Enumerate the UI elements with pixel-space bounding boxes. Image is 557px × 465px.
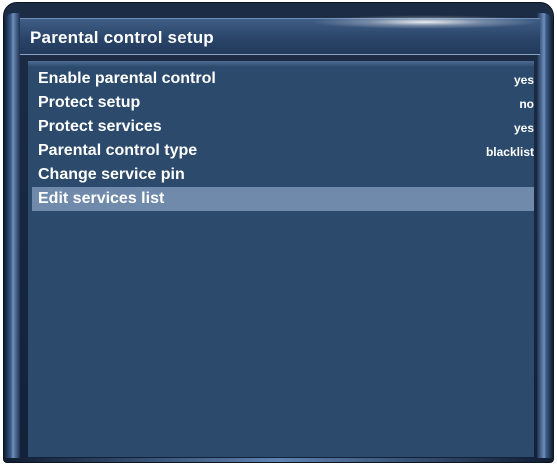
window-right-bevel: [537, 13, 553, 462]
settings-menu: Enable parental control yes Protect setu…: [32, 67, 534, 211]
menu-item-enable-parental-control[interactable]: Enable parental control yes: [32, 67, 534, 91]
title-bar-gloss: [310, 15, 540, 29]
menu-item-value: no: [519, 97, 534, 111]
menu-item-value: yes: [513, 121, 534, 135]
menu-item-label: Change service pin: [38, 166, 185, 183]
menu-item-value: yes: [513, 73, 534, 87]
menu-item-protect-services[interactable]: Protect services yes: [32, 115, 534, 139]
window-bottom-edge: [4, 458, 553, 462]
menu-item-value: blacklist: [485, 145, 534, 159]
menu-item-label: Protect services: [38, 118, 162, 135]
window-left-bevel: [4, 13, 20, 462]
menu-item-label: Edit services list: [38, 190, 165, 207]
menu-item-label: Enable parental control: [38, 70, 216, 87]
menu-item-label: Protect setup: [38, 94, 141, 111]
window-title: Parental control setup: [30, 28, 214, 47]
parental-control-window: Parental control setup Enable parental c…: [3, 2, 554, 463]
title-bar: Parental control setup: [20, 15, 540, 55]
menu-item-parental-control-type[interactable]: Parental control type blacklist: [32, 139, 534, 163]
menu-item-edit-services-list[interactable]: Edit services list: [32, 187, 534, 211]
menu-item-change-service-pin[interactable]: Change service pin: [32, 163, 534, 187]
settings-panel: Enable parental control yes Protect setu…: [28, 61, 534, 457]
menu-item-protect-setup[interactable]: Protect setup no: [32, 91, 534, 115]
menu-item-label: Parental control type: [38, 142, 198, 159]
